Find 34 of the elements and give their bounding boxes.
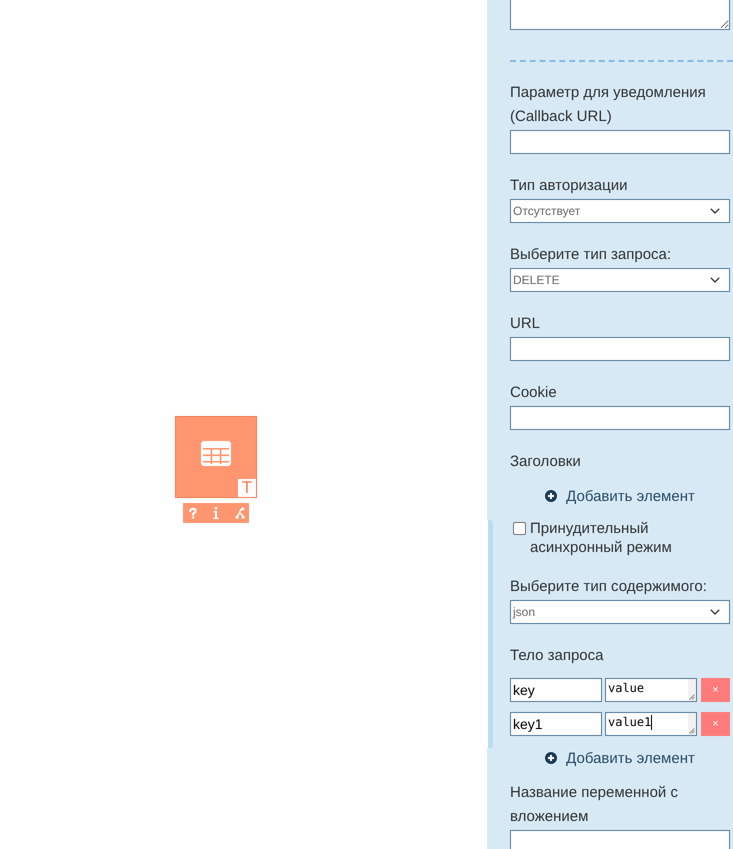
key-field[interactable]: key — [510, 678, 602, 702]
input-field[interactable] — [510, 830, 730, 849]
dropdown[interactable]: DELETE — [510, 268, 730, 292]
field-label: Выберите тип содержимого: — [510, 577, 708, 597]
checkbox[interactable] — [513, 522, 526, 535]
field-label: Тело запроса — [510, 646, 604, 666]
input-field[interactable] — [510, 130, 730, 154]
dropdown[interactable]: Отсутствует — [510, 199, 730, 223]
field-label: Cookie — [510, 383, 558, 403]
add-element-button[interactable]: Добавить элемент — [545, 746, 695, 770]
field-label: Параметр для уведомления (Callback URL) — [510, 83, 707, 127]
field-label: Тип авторизации — [510, 176, 628, 196]
field-label: Выберите тип запроса: — [510, 245, 672, 265]
value-field[interactable]: value1 — [605, 712, 697, 736]
chevron-down-icon — [710, 277, 720, 283]
input-field[interactable] — [510, 337, 730, 361]
scrollbar-thumb[interactable] — [487, 520, 493, 748]
plus-circle-icon — [545, 752, 558, 764]
checkbox-label: Принудительный асинхронный режим — [530, 519, 673, 557]
add-element-button[interactable]: Добавить элемент — [545, 484, 695, 508]
key-field[interactable]: key1 — [510, 712, 602, 736]
resize-grip-icon[interactable] — [689, 728, 695, 734]
field-label: Название переменной с вложением — [510, 783, 679, 827]
resize-grip-icon[interactable] — [689, 694, 695, 700]
chevron-down-icon — [710, 609, 720, 615]
dropdown[interactable]: json — [510, 600, 730, 624]
field-label: Заголовки — [510, 452, 582, 472]
value-field[interactable]: value — [605, 678, 697, 702]
input-field[interactable] — [510, 406, 730, 430]
plus-circle-icon — [545, 490, 558, 502]
type-badge: T — [238, 479, 256, 497]
field-label: URL — [510, 314, 542, 334]
table-icon — [201, 441, 231, 466]
chevron-down-icon — [710, 208, 720, 214]
